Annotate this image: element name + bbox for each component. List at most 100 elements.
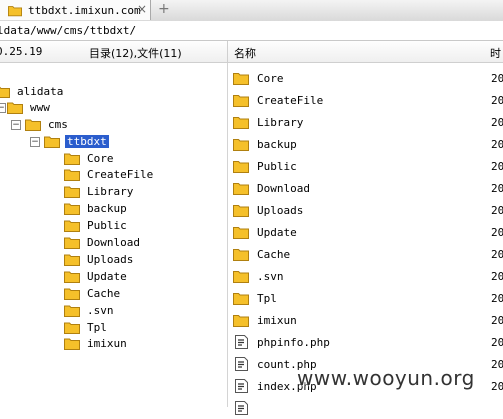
tree-label: www <box>30 100 50 114</box>
item-name: Update <box>257 225 297 239</box>
tree-label: .svn <box>87 303 114 317</box>
item-time: 20 <box>491 335 503 349</box>
item-time: 20 <box>491 379 503 393</box>
column-header-name[interactable]: 名称 <box>234 45 256 61</box>
folder-icon <box>233 95 249 107</box>
list-item[interactable]: Tpl 20 <box>228 287 503 309</box>
list-item[interactable]: CreateFile 20 <box>228 89 503 111</box>
folder-open-icon <box>7 102 23 114</box>
collapse-toggle-icon[interactable]: − <box>0 103 6 113</box>
item-name: .svn <box>257 269 284 283</box>
tree-label: cms <box>48 117 68 131</box>
collapse-toggle-icon[interactable]: − <box>11 120 21 130</box>
tree-item-cms[interactable]: cms <box>25 116 70 132</box>
header-date: 0.25.19 <box>0 45 43 58</box>
list-item[interactable]: Update 20 <box>228 221 503 243</box>
list-item[interactable]: .svn 20 <box>228 265 503 287</box>
file-icon <box>235 379 248 393</box>
folder-icon <box>233 249 249 261</box>
tree-label: Library <box>87 185 134 199</box>
tree-label: backup <box>87 202 127 216</box>
address-path[interactable]: ldata/www/cms/ttbdxt/ <box>0 24 136 37</box>
file-list: Core 20 CreateFile 20 Library 20 backup 20 Publi… <box>228 63 503 415</box>
list-item[interactable]: Download 20 <box>228 177 503 199</box>
item-time: 20 <box>491 357 503 371</box>
list-item[interactable]: Core 20 <box>228 67 503 89</box>
folder-open-icon <box>25 119 41 131</box>
item-counts: 目录(12),文件(11) <box>89 47 182 60</box>
folder-icon <box>233 73 249 85</box>
item-name: CreateFile <box>257 93 324 107</box>
list-item[interactable]: Library 20 <box>228 111 503 133</box>
item-time: 20 <box>491 159 503 173</box>
folder-icon <box>233 183 249 195</box>
list-item[interactable]: imixun 20 <box>228 309 503 331</box>
item-time: 20 <box>491 291 503 305</box>
folder-icon <box>233 205 249 217</box>
new-tab-button[interactable]: + <box>158 1 170 17</box>
item-time: 20 <box>491 225 503 239</box>
item-time: 20 <box>491 137 503 151</box>
folder-icon <box>64 153 80 165</box>
tree-item-alidata[interactable]: alidata <box>0 83 65 99</box>
tree-item[interactable]: backup <box>64 201 129 217</box>
item-time: 20 <box>491 93 503 107</box>
folder-icon <box>0 86 10 98</box>
tree-item-ttbdxt[interactable]: ttbdxt <box>44 133 109 149</box>
tree-item[interactable]: Library <box>64 184 135 200</box>
folder-icon <box>233 315 249 327</box>
item-time: 20 <box>491 247 503 261</box>
item-name: Cache <box>257 247 291 261</box>
tree-label: Update <box>87 269 127 283</box>
tree-label: alidata <box>17 84 64 98</box>
item-name: Public <box>257 159 297 173</box>
tree-item[interactable]: CreateFile <box>64 167 155 183</box>
tab-ttbdxt[interactable]: ttbdxt.imixun.com × <box>0 0 151 20</box>
folder-icon <box>64 220 80 233</box>
folder-icon <box>64 305 80 317</box>
list-item[interactable]: Public 20 <box>228 155 503 177</box>
item-name: Tpl <box>257 291 277 305</box>
item-name: phpinfo.php <box>257 335 330 349</box>
tree-item[interactable]: Core <box>64 150 116 166</box>
item-time: 20 <box>491 71 503 85</box>
tree-item[interactable]: Public <box>64 218 129 234</box>
list-header: 0.25.19 目录(12),文件(11) 名称 时 <box>0 41 503 63</box>
close-tab-icon[interactable]: × <box>137 2 147 16</box>
column-divider[interactable] <box>227 41 228 62</box>
item-name: Uploads <box>257 203 304 217</box>
tree-item[interactable]: Cache <box>64 285 122 301</box>
tree-item[interactable]: Update <box>64 268 129 284</box>
item-name: imixun <box>257 313 297 327</box>
tree-item[interactable]: Download <box>64 235 142 251</box>
watermark: www.wooyun.org <box>297 366 475 390</box>
folder-icon <box>64 254 80 266</box>
file-icon <box>235 335 248 349</box>
list-item[interactable]: backup 20 <box>228 133 503 155</box>
tree-item[interactable]: .svn <box>64 302 116 318</box>
tree-item[interactable]: imixun <box>64 336 129 352</box>
tree-item-www[interactable]: www <box>7 99 52 115</box>
tree-label-selected: ttbdxt <box>65 134 109 148</box>
collapse-toggle-icon[interactable]: − <box>30 137 40 147</box>
folder-icon <box>233 117 249 129</box>
folder-icon <box>64 237 80 249</box>
tree-label: CreateFile <box>87 168 154 182</box>
item-time: 20 <box>491 269 503 283</box>
address-bar[interactable]: ldata/www/cms/ttbdxt/ <box>0 21 503 41</box>
list-item[interactable]: Uploads 20 <box>228 199 503 221</box>
tree-item[interactable]: Tpl <box>64 319 109 335</box>
tree-item[interactable]: Uploads <box>64 251 135 267</box>
tree-label: Public <box>87 219 127 233</box>
tree-label: Core <box>87 151 114 165</box>
item-time: 20 <box>491 203 503 217</box>
folder-tree: alidata − www − cms − ttbdxt Core CreateF… <box>0 63 228 407</box>
tree-label: Tpl <box>87 320 107 334</box>
list-item[interactable]: phpinfo.php 20 <box>228 331 503 353</box>
folder-icon <box>64 338 80 351</box>
folder-icon <box>233 161 249 173</box>
column-header-time[interactable]: 时 <box>490 45 501 61</box>
list-item-partial[interactable] <box>228 397 503 419</box>
tree-label: Cache <box>87 286 121 300</box>
list-item[interactable]: Cache 20 <box>228 243 503 265</box>
